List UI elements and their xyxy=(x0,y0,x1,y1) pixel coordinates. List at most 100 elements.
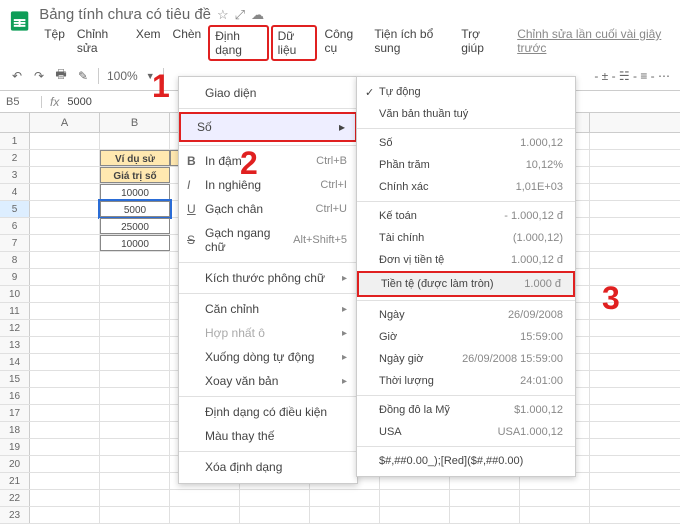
fmt-financial[interactable]: Tài chính(1.000,12) xyxy=(357,227,575,249)
cell[interactable] xyxy=(30,320,100,336)
menu-cond[interactable]: Định dạng có điều kiện xyxy=(179,400,357,424)
menu-view[interactable]: Xem xyxy=(131,25,166,61)
row-header[interactable]: 8 xyxy=(0,252,30,268)
menu-align[interactable]: Căn chỉnh▸ xyxy=(179,297,357,321)
fmt-plain[interactable]: Văn bản thuần tuý xyxy=(357,103,575,125)
cell[interactable] xyxy=(30,252,100,268)
print-icon[interactable]: 🖶 xyxy=(54,65,68,86)
doc-title[interactable]: Bảng tính chưa có tiêu đề xyxy=(39,6,211,23)
fmt-accounting[interactable]: Kế toán- 1.000,12 đ xyxy=(357,205,575,227)
move-icon[interactable]: ⤢ xyxy=(235,7,245,23)
cell[interactable] xyxy=(30,303,100,319)
cell[interactable] xyxy=(100,422,170,438)
fmt-number[interactable]: Số1.000,12 xyxy=(357,132,575,154)
menu-altcolor[interactable]: Màu thay thế xyxy=(179,424,357,448)
menu-tools[interactable]: Công cụ xyxy=(319,25,367,61)
paint-icon[interactable]: ✎ xyxy=(76,69,90,83)
cell[interactable] xyxy=(450,490,520,506)
menu-underline[interactable]: UGạch chânCtrl+U xyxy=(179,197,357,221)
cell[interactable] xyxy=(310,507,380,523)
cell[interactable] xyxy=(100,286,170,302)
cell[interactable] xyxy=(30,167,100,183)
cell[interactable] xyxy=(100,337,170,353)
cell[interactable] xyxy=(240,490,310,506)
menu-clear[interactable]: Xóa định dạng xyxy=(179,455,357,479)
row-header[interactable]: 18 xyxy=(0,422,30,438)
cell[interactable] xyxy=(100,320,170,336)
row-header[interactable]: 3 xyxy=(0,167,30,183)
menu-fontsize[interactable]: Kích thước phông chữ▸ xyxy=(179,266,357,290)
row-header[interactable]: 17 xyxy=(0,405,30,421)
cell[interactable] xyxy=(30,422,100,438)
cell[interactable] xyxy=(100,388,170,404)
cell[interactable] xyxy=(100,303,170,319)
cell[interactable] xyxy=(100,133,170,149)
cell[interactable] xyxy=(100,473,170,489)
cell[interactable] xyxy=(30,286,100,302)
cell[interactable] xyxy=(100,490,170,506)
cell[interactable] xyxy=(30,235,100,251)
row-header[interactable]: 19 xyxy=(0,439,30,455)
cell[interactable] xyxy=(30,473,100,489)
cell[interactable]: Ví dụ sử dụng hàn xyxy=(100,150,170,166)
fmt-time[interactable]: Giờ15:59:00 xyxy=(357,326,575,348)
row-header[interactable]: 23 xyxy=(0,507,30,523)
row-header[interactable]: 14 xyxy=(0,354,30,370)
row-header[interactable]: 7 xyxy=(0,235,30,251)
row-header[interactable]: 22 xyxy=(0,490,30,506)
fmt-date[interactable]: Ngày26/09/2008 xyxy=(357,304,575,326)
cell[interactable] xyxy=(520,490,590,506)
menu-theme[interactable]: Giao diện xyxy=(179,81,357,105)
cell[interactable] xyxy=(100,269,170,285)
select-all-corner[interactable] xyxy=(0,113,30,132)
cell[interactable] xyxy=(240,507,310,523)
cell[interactable] xyxy=(100,439,170,455)
menu-file[interactable]: Tệp xyxy=(39,25,70,61)
row-header[interactable]: 12 xyxy=(0,320,30,336)
cell[interactable] xyxy=(100,354,170,370)
row-header[interactable]: 11 xyxy=(0,303,30,319)
menu-italic[interactable]: IIn nghiêngCtrl+I xyxy=(179,173,357,197)
menu-data[interactable]: Dữ liệu xyxy=(271,25,318,61)
row-header[interactable]: 20 xyxy=(0,456,30,472)
menu-strike[interactable]: SGạch ngang chữAlt+Shift+5 xyxy=(179,221,357,259)
row-header[interactable]: 13 xyxy=(0,337,30,353)
fmt-usa[interactable]: USAUSA1.000,12 xyxy=(357,421,575,443)
menu-rotate[interactable]: Xoay văn bản▸ xyxy=(179,369,357,393)
zoom-select[interactable]: 100% xyxy=(107,69,138,83)
cell[interactable] xyxy=(30,150,100,166)
row-header[interactable]: 1 xyxy=(0,133,30,149)
cell[interactable] xyxy=(380,507,450,523)
cloud-icon[interactable]: ☁ xyxy=(251,7,264,23)
row-header[interactable]: 16 xyxy=(0,388,30,404)
cell[interactable] xyxy=(30,354,100,370)
cell[interactable] xyxy=(30,184,100,200)
cell[interactable] xyxy=(100,252,170,268)
cell[interactable] xyxy=(30,388,100,404)
cell[interactable] xyxy=(450,507,520,523)
fmt-currency-rounded[interactable]: Tiền tệ (được làm tròn)1.000 đ xyxy=(357,271,575,297)
col-header-b[interactable]: B xyxy=(100,113,170,132)
menu-addons[interactable]: Tiện ích bổ sung xyxy=(369,25,454,61)
cell[interactable]: 25000 xyxy=(100,218,170,234)
cell[interactable] xyxy=(30,439,100,455)
cell[interactable] xyxy=(100,371,170,387)
cell[interactable] xyxy=(380,490,450,506)
fmt-custom[interactable]: $#,##0.00_);[Red]($#,##0.00) xyxy=(357,450,575,472)
cell[interactable] xyxy=(30,490,100,506)
last-edit-link[interactable]: Chỉnh sửa lần cuối vài giây trước xyxy=(512,25,672,61)
menu-wrap[interactable]: Xuống dòng tự động▸ xyxy=(179,345,357,369)
fmt-datetime[interactable]: Ngày giờ26/09/2008 15:59:00 xyxy=(357,348,575,370)
row-header[interactable]: 15 xyxy=(0,371,30,387)
toolbar-right-extra[interactable]: - ± - ☵ - ≡ - ⋯ xyxy=(594,69,670,83)
menu-edit[interactable]: Chỉnh sửa xyxy=(72,25,129,61)
cell[interactable] xyxy=(170,507,240,523)
row-header[interactable]: 5 xyxy=(0,201,30,217)
cell[interactable] xyxy=(310,490,380,506)
menu-format[interactable]: Định dạng xyxy=(208,25,268,61)
fmt-usd[interactable]: Đồng đô la Mỹ$1.000,12 xyxy=(357,399,575,421)
cell[interactable] xyxy=(30,269,100,285)
row-header[interactable]: 9 xyxy=(0,269,30,285)
cell[interactable]: 10000 xyxy=(100,235,170,251)
fmt-auto[interactable]: Tự động xyxy=(357,81,575,103)
